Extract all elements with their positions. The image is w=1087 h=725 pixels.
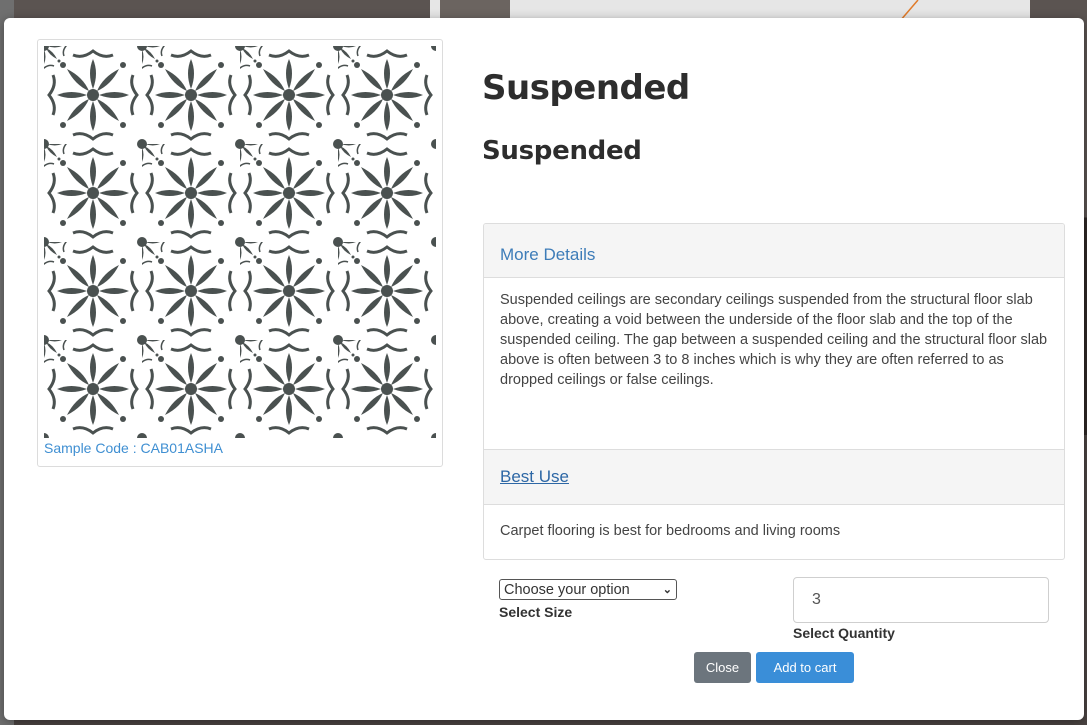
product-image-card: Sample Code : CAB01ASHA xyxy=(37,39,443,467)
chevron-down-icon: ⌄ xyxy=(662,584,672,596)
product-subtitle: Suspended xyxy=(482,136,642,166)
size-select-value: Choose your option xyxy=(504,581,630,598)
best-use-body: Carpet flooring is best for bedrooms and… xyxy=(500,523,841,539)
product-title: Suspended xyxy=(482,68,690,108)
size-label: Select Size xyxy=(499,604,573,620)
product-pattern-image xyxy=(44,46,436,438)
backdrop-strip xyxy=(430,0,1030,18)
sample-code: Sample Code : CAB01ASHA xyxy=(44,440,223,456)
quantity-label: Select Quantity xyxy=(793,625,895,641)
close-button[interactable]: Close xyxy=(694,652,751,683)
product-modal: Sample Code : CAB01ASHA Suspended Suspen… xyxy=(4,18,1084,720)
more-details-header[interactable]: More Details xyxy=(484,224,1064,278)
more-details-body: Suspended ceilings are secondary ceiling… xyxy=(500,292,1048,388)
quantity-value: 3 xyxy=(812,591,821,608)
best-use-heading[interactable]: Best Use xyxy=(500,467,569,487)
quantity-input[interactable]: 3 xyxy=(793,577,1049,623)
backdrop-strip-dark xyxy=(440,0,510,18)
best-use-header[interactable]: Best Use xyxy=(484,449,1064,505)
add-to-cart-button[interactable]: Add to cart xyxy=(756,652,854,683)
details-accordion: More Details Suspended ceilings are seco… xyxy=(483,223,1065,560)
size-select[interactable]: Choose your option ⌄ xyxy=(499,579,677,600)
more-details-heading: More Details xyxy=(500,244,596,264)
